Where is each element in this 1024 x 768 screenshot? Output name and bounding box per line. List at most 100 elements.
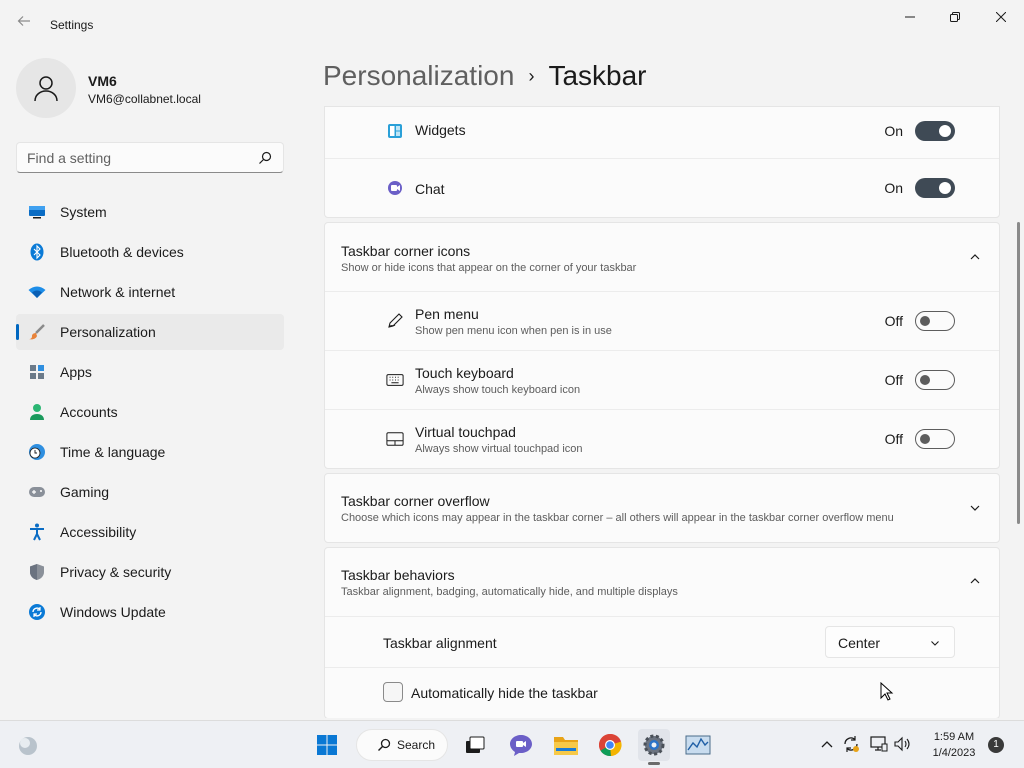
alignment-value: Center [838, 635, 881, 651]
profile-name: VM6 [88, 73, 117, 89]
touch-keyboard-label: Touch keyboard [415, 365, 514, 381]
task-view-button[interactable] [459, 729, 491, 761]
start-button[interactable] [311, 729, 343, 761]
touch-keyboard-row: Touch keyboard Always show touch keyboar… [325, 350, 999, 409]
person-icon [28, 403, 46, 421]
accessibility-icon [28, 523, 46, 541]
gamepad-icon [28, 483, 46, 501]
widgets-row: Widgets On [325, 107, 999, 158]
clock-globe-icon [28, 443, 46, 461]
virtual-touchpad-toggle[interactable] [915, 429, 955, 449]
title-bar: Settings [0, 0, 1024, 48]
touch-keyboard-toggle[interactable] [915, 370, 955, 390]
touch-keyboard-description: Always show touch keyboard icon [415, 384, 581, 396]
virtual-touchpad-state: Off [884, 431, 903, 447]
close-icon [996, 12, 1006, 22]
person-icon [34, 76, 58, 102]
corner-overflow-card[interactable]: Taskbar corner overflow Choose which ico… [324, 473, 1000, 543]
profile-email: VM6@collabnet.local [88, 92, 201, 106]
update-icon [28, 603, 46, 621]
breadcrumb: Personalization › Taskbar [323, 58, 647, 94]
sidebar-item-label: Network & internet [60, 284, 176, 300]
volume-tray-button[interactable] [894, 735, 912, 753]
corner-icons-header[interactable]: Taskbar corner icons Show or hide icons … [325, 223, 999, 291]
autohide-checkbox[interactable] [383, 682, 403, 702]
windows-taskbar: Search 1:59 AM 1/4/2023 1 [0, 720, 1024, 768]
settings-search[interactable] [16, 142, 284, 173]
sidebar-item-bluetooth[interactable]: Bluetooth & devices [16, 234, 284, 270]
apps-icon [28, 363, 46, 381]
chevron-up-icon [821, 741, 833, 748]
sidebar-item-accounts[interactable]: Accounts [16, 394, 284, 430]
chevron-up-icon [970, 254, 980, 260]
performance-monitor-button[interactable] [682, 729, 714, 761]
search-input[interactable] [17, 143, 247, 172]
sidebar-item-label: Time & language [60, 444, 166, 460]
alignment-row: Taskbar alignment Center [325, 616, 999, 667]
page-title: Taskbar [548, 60, 647, 91]
sidebar-item-label: Bluetooth & devices [60, 244, 184, 260]
sidebar-item-accessibility[interactable]: Accessibility [16, 514, 284, 550]
chrome-button[interactable] [594, 729, 626, 761]
sidebar-item-privacy[interactable]: Privacy & security [16, 554, 284, 590]
mouse-cursor-icon [880, 682, 894, 701]
sidebar-item-label: Personalization [60, 324, 156, 340]
chat-icon [386, 179, 404, 197]
virtual-touchpad-description: Always show virtual touchpad icon [415, 443, 583, 455]
back-button[interactable] [14, 14, 34, 34]
user-profile[interactable]: VM6 VM6@collabnet.local [16, 58, 286, 118]
corner-overflow-header[interactable]: Taskbar corner overflow Choose which ico… [325, 474, 999, 542]
taskbar-search[interactable]: Search [356, 729, 448, 761]
pen-menu-state: Off [884, 313, 903, 329]
close-button[interactable] [978, 4, 1024, 30]
avatar [16, 58, 76, 118]
monitor-icon [28, 203, 46, 221]
sidebar-item-label: Accessibility [60, 524, 137, 540]
app-title: Settings [50, 18, 94, 32]
breadcrumb-parent[interactable]: Personalization [323, 60, 514, 92]
widgets-toggle[interactable] [915, 121, 955, 141]
corner-icons-card: Taskbar corner icons Show or hide icons … [324, 222, 1000, 469]
chat-toggle[interactable] [915, 178, 955, 198]
minimize-icon [905, 16, 915, 18]
shield-icon [28, 563, 46, 581]
sync-tray-button[interactable] [842, 735, 860, 753]
chat-label: Chat [415, 181, 445, 197]
clock-date: 1/4/2023 [932, 747, 976, 759]
back-arrow-icon [17, 16, 30, 26]
network-tray-button[interactable] [870, 735, 888, 753]
chat-row: Chat On [325, 158, 999, 217]
sidebar-item-personalization[interactable]: Personalization [16, 314, 284, 350]
notification-badge[interactable]: 1 [988, 737, 1004, 753]
show-hidden-icons-button[interactable] [818, 735, 836, 753]
sidebar-item-time-language[interactable]: Time & language [16, 434, 284, 470]
breadcrumb-separator: › [528, 65, 535, 86]
sidebar-item-windows-update[interactable]: Windows Update [16, 594, 284, 630]
touchpad-icon [386, 430, 404, 448]
minimize-button[interactable] [887, 4, 933, 30]
maximize-button[interactable] [932, 4, 978, 30]
sidebar-item-system[interactable]: System [16, 194, 284, 230]
widgets-icon [386, 122, 404, 140]
sidebar-item-gaming[interactable]: Gaming [16, 474, 284, 510]
chevron-down-icon [931, 641, 939, 646]
alignment-dropdown[interactable]: Center [825, 626, 955, 658]
chevron-down-icon [970, 505, 980, 511]
sidebar-item-network[interactable]: Network & internet [16, 274, 284, 310]
content-scrollbar[interactable] [1017, 222, 1020, 524]
sidebar-item-apps[interactable]: Apps [16, 354, 284, 390]
autohide-label[interactable]: Automatically hide the taskbar [411, 685, 598, 701]
clock[interactable]: 1:59 AM 1/4/2023 [922, 729, 986, 761]
chat-state: On [884, 180, 903, 196]
chat-taskbar-button[interactable] [505, 729, 537, 761]
pen-menu-toggle[interactable] [915, 311, 955, 331]
widgets-state: On [884, 123, 903, 139]
virtual-touchpad-row: Virtual touchpad Always show virtual tou… [325, 409, 999, 468]
keyboard-icon [386, 371, 404, 389]
settings-taskbar-button[interactable] [638, 729, 670, 765]
file-explorer-button[interactable] [550, 729, 582, 761]
bluetooth-icon [28, 243, 46, 261]
weather-icon[interactable] [16, 733, 40, 757]
folder-icon [554, 737, 578, 755]
behaviors-header[interactable]: Taskbar behaviors Taskbar alignment, bad… [325, 548, 999, 616]
